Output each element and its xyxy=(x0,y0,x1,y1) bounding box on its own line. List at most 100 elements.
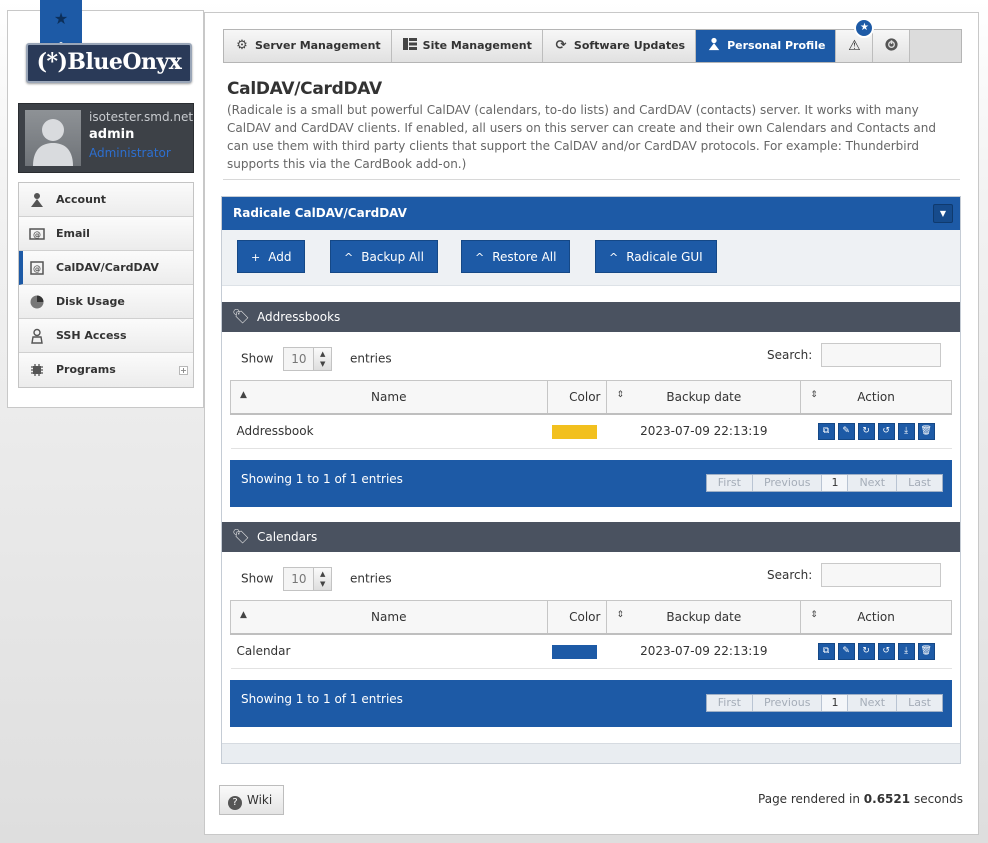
copy-icon[interactable]: ⧉ xyxy=(817,642,835,660)
restore-icon[interactable]: ↺ xyxy=(877,422,895,440)
page-next[interactable]: Next xyxy=(848,695,898,711)
tab-software-updates[interactable]: ⟳ Software Updates xyxy=(542,30,697,62)
restore-all-button[interactable]: ^ Restore All xyxy=(461,240,571,273)
refresh-icon[interactable]: ↻ xyxy=(857,642,875,660)
sidebar-item-caldav[interactable]: @ CalDAV/CardDAV xyxy=(19,251,193,285)
page-previous[interactable]: Previous xyxy=(752,695,823,711)
calendars-search-input[interactable] xyxy=(821,563,941,587)
search-label: Search: xyxy=(767,348,813,362)
column-header-color[interactable]: Color xyxy=(546,600,608,635)
calendars-footer: Showing 1 to 1 of 1 entries First Previo… xyxy=(230,680,952,727)
column-label: Color xyxy=(569,609,601,624)
addressbooks-header: 🏷 Addressbooks xyxy=(222,302,960,332)
column-label: Backup date xyxy=(666,609,742,624)
page-first[interactable]: First xyxy=(706,475,753,491)
nav-filler xyxy=(910,30,961,62)
box-title: Radicale CalDAV/CardDAV xyxy=(233,206,407,220)
column-header-color[interactable]: Color xyxy=(546,380,608,415)
add-button[interactable]: + Add xyxy=(237,240,306,273)
column-header-backup-date[interactable]: ⇕ Backup date xyxy=(606,600,802,635)
addressbooks-title: Addressbooks xyxy=(257,310,341,324)
top-nav: ⚙ Server Management Site Management ⟳ Soft… xyxy=(223,18,962,63)
column-header-backup-date[interactable]: ⇕ Backup date xyxy=(606,380,802,415)
calendars-table: ▲ Name Color ⇕ Backup date ⇕ Action Cale… xyxy=(230,600,952,669)
column-header-name[interactable]: ▲ Name xyxy=(230,380,548,415)
addressbooks-footer: Showing 1 to 1 of 1 entries First Previo… xyxy=(230,460,952,507)
trash-icon[interactable]: 🗑 xyxy=(917,642,935,660)
tags-icon: 🏷 xyxy=(232,309,250,325)
column-label: Backup date xyxy=(666,389,742,404)
table-info: Showing 1 to 1 of 1 entries xyxy=(241,692,403,706)
page-last[interactable]: Last xyxy=(897,475,942,491)
edit-icon[interactable]: ✎ xyxy=(837,422,855,440)
column-label: Name xyxy=(371,609,407,624)
power-icon xyxy=(884,38,899,54)
svg-text:@: @ xyxy=(33,231,41,240)
box-footer-bar xyxy=(222,743,960,763)
sidebar-item-disk-usage[interactable]: Disk Usage xyxy=(19,285,193,319)
calendars-length: Show 10 ▲ ▼ entries xyxy=(241,567,392,591)
download-icon[interactable]: ⤓ xyxy=(897,642,915,660)
page-length-value: 10 xyxy=(291,352,307,366)
sidebar-item-programs[interactable]: Programs + xyxy=(19,353,193,387)
sidebar-item-label: Account xyxy=(56,193,107,206)
tab-site-management[interactable]: Site Management xyxy=(391,30,543,62)
tab-label: Personal Profile xyxy=(727,39,826,52)
pie-chart-icon xyxy=(29,294,45,310)
wiki-button[interactable]: ? Wiki xyxy=(219,785,284,815)
page-next[interactable]: Next xyxy=(848,475,898,491)
user-name: admin xyxy=(89,127,135,142)
user-shield-icon xyxy=(29,328,45,344)
grid-icon xyxy=(402,30,418,62)
download-icon[interactable]: ⤓ xyxy=(897,422,915,440)
sidebar-item-account[interactable]: Account xyxy=(19,183,193,217)
sort-both-icon: ⇕ xyxy=(616,390,625,400)
column-header-name[interactable]: ▲ Name xyxy=(230,600,548,635)
page-length-select[interactable]: 10 ▲ ▼ xyxy=(283,567,333,591)
render-prefix: Page rendered in xyxy=(758,792,860,806)
user-role-link[interactable]: Administrator xyxy=(89,146,171,160)
addressbooks-table: ▲ Name Color ⇕ Backup date ⇕ Action Addr… xyxy=(230,380,952,449)
caret-up-icon: ^ xyxy=(475,251,485,264)
page-first[interactable]: First xyxy=(706,695,753,711)
color-swatch xyxy=(552,424,598,439)
edit-icon[interactable]: ✎ xyxy=(837,642,855,660)
copy-icon[interactable]: ⧉ xyxy=(817,422,835,440)
pagination: First Previous 1 Next Last xyxy=(705,474,943,492)
entries-label: entries xyxy=(350,351,392,366)
sidebar-item-label: Programs xyxy=(56,363,116,376)
entries-label: entries xyxy=(350,571,392,586)
page-previous[interactable]: Previous xyxy=(752,475,823,491)
radicale-box: Radicale CalDAV/CardDAV ▼ + Add ^ Backup A… xyxy=(221,196,961,764)
refresh-icon[interactable]: ↻ xyxy=(857,422,875,440)
tab-server-management[interactable]: ⚙ Server Management xyxy=(224,30,392,62)
sort-both-icon: ⇕ xyxy=(616,610,625,620)
page-current[interactable]: 1 xyxy=(822,475,849,491)
restore-icon[interactable]: ↺ xyxy=(877,642,895,660)
trash-icon[interactable]: 🗑 xyxy=(917,422,935,440)
main-panel: ⚙ Server Management Site Management ⟳ Soft… xyxy=(204,12,979,835)
sidebar-item-ssh-access[interactable]: SSH Access xyxy=(19,319,193,353)
page-length-value: 10 xyxy=(291,572,307,586)
page-title: CalDAV/CardDAV xyxy=(227,79,382,99)
tab-label: Site Management xyxy=(422,39,532,52)
expand-plus-icon[interactable]: + xyxy=(179,366,188,375)
sidebar-item-email[interactable]: @ Email xyxy=(19,217,193,251)
table-info: Showing 1 to 1 of 1 entries xyxy=(241,472,403,486)
person-icon xyxy=(29,192,45,208)
addressbooks-search-input[interactable] xyxy=(821,343,941,367)
collapse-toggle-icon[interactable]: ▼ xyxy=(933,204,953,223)
backup-all-button[interactable]: ^ Backup All xyxy=(330,240,438,273)
page-current[interactable]: 1 xyxy=(822,695,849,711)
blueonyx-logo[interactable]: (*)BlueOnyx xyxy=(26,43,192,83)
page-last[interactable]: Last xyxy=(897,695,942,711)
radicale-gui-button[interactable]: ^ Radicale GUI xyxy=(595,240,717,273)
logout-button[interactable] xyxy=(873,30,911,62)
page-length-select[interactable]: 10 ▲ ▼ xyxy=(283,347,333,371)
sidebar-item-label: SSH Access xyxy=(56,329,127,342)
notifications-button[interactable]: ⚠ ★ xyxy=(836,18,875,62)
column-header-action[interactable]: ⇕ Action xyxy=(800,600,952,635)
column-label: Action xyxy=(857,609,895,624)
column-header-action[interactable]: ⇕ Action xyxy=(800,380,952,415)
tab-personal-profile[interactable]: Personal Profile xyxy=(696,30,837,62)
